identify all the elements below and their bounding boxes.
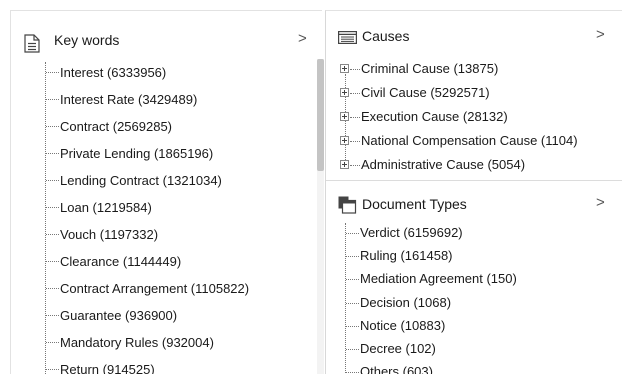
section-divider xyxy=(326,180,622,181)
cause-label[interactable]: Administrative Cause (5054) xyxy=(361,155,525,175)
plus-box-icon[interactable] xyxy=(340,112,349,121)
document-icon xyxy=(24,34,40,53)
keyword-label[interactable]: Clearance (1144449) xyxy=(60,251,181,273)
causes-expand-chevron-icon[interactable]: > xyxy=(596,26,605,43)
causes-header[interactable]: Causes > xyxy=(326,11,622,59)
keywords-title: Key words xyxy=(54,32,120,48)
plus-box-icon[interactable] xyxy=(340,136,349,145)
causes-title: Causes xyxy=(362,28,410,44)
cause-label[interactable]: Criminal Cause (13875) xyxy=(361,59,498,79)
document-type-label[interactable]: Others (603) xyxy=(360,362,433,374)
filters-panel: Causes > Criminal Cause (13875) Civil Ca… xyxy=(325,10,622,374)
keyword-label[interactable]: Return (914525) xyxy=(60,359,155,374)
folders-icon xyxy=(338,196,357,214)
document-type-label[interactable]: Decree (102) xyxy=(360,339,436,359)
plus-box-icon[interactable] xyxy=(340,64,349,73)
plus-box-icon[interactable] xyxy=(340,88,349,97)
scrollbar-thumb[interactable] xyxy=(317,59,324,171)
keyword-label[interactable]: Mandatory Rules (932004) xyxy=(60,332,214,354)
keyword-label[interactable]: Interest Rate (3429489) xyxy=(60,89,197,111)
keyword-label[interactable]: Guarantee (936900) xyxy=(60,305,177,327)
cause-label[interactable]: Execution Cause (28132) xyxy=(361,107,508,127)
keyword-label[interactable]: Lending Contract (1321034) xyxy=(60,170,222,192)
document-type-label[interactable]: Ruling (161458) xyxy=(360,246,453,266)
keywords-expand-chevron-icon[interactable]: > xyxy=(298,30,307,47)
keywords-panel: Key words > Interest (6333956) Interest … xyxy=(10,10,324,374)
keyword-label[interactable]: Contract (2569285) xyxy=(60,116,172,138)
keyword-label[interactable]: Loan (1219584) xyxy=(60,197,152,219)
keyword-label[interactable]: Vouch (1197332) xyxy=(60,224,158,246)
document-type-label[interactable]: Mediation Agreement (150) xyxy=(360,269,517,289)
keyword-label[interactable]: Contract Arrangement (1105822) xyxy=(60,278,249,300)
keyword-label[interactable]: Private Lending (1865196) xyxy=(60,143,213,165)
keyword-label[interactable]: Interest (6333956) xyxy=(60,62,166,84)
cause-label[interactable]: National Compensation Cause (1104) xyxy=(361,131,578,151)
keywords-header[interactable]: Key words > xyxy=(11,19,322,59)
plus-box-icon[interactable] xyxy=(340,160,349,169)
document-type-label[interactable]: Decision (1068) xyxy=(360,293,451,313)
document-types-title: Document Types xyxy=(362,196,467,212)
document-types-header[interactable]: Document Types > xyxy=(326,183,622,223)
list-icon xyxy=(338,31,357,44)
cause-label[interactable]: Civil Cause (5292571) xyxy=(361,83,490,103)
document-types-expand-chevron-icon[interactable]: > xyxy=(596,194,605,211)
document-type-label[interactable]: Notice (10883) xyxy=(360,316,445,336)
document-type-label[interactable]: Verdict (6159692) xyxy=(360,223,463,243)
